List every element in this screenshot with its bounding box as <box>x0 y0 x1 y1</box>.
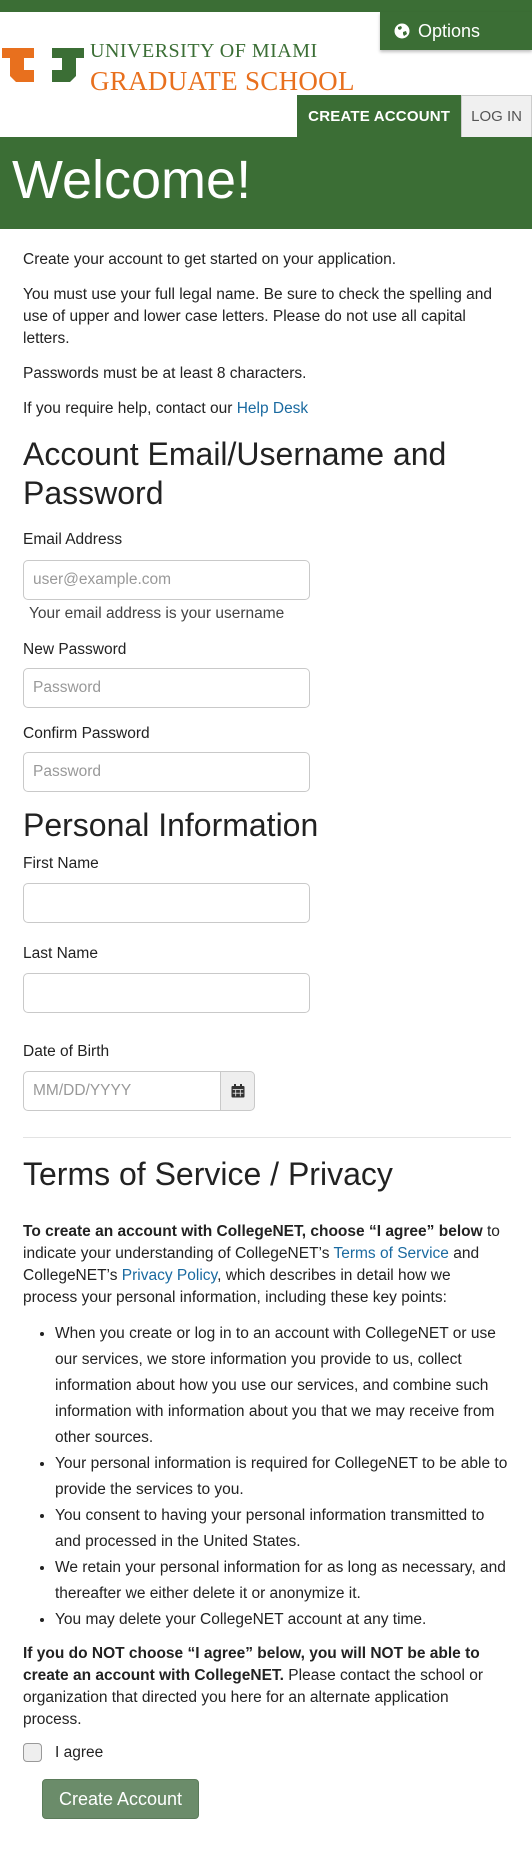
last-name-field[interactable] <box>23 973 310 1013</box>
dob-label: Date of Birth <box>23 1043 110 1060</box>
intro-text-1: Create your account to get started on yo… <box>23 251 397 268</box>
terms-point: We retain your personal information for … <box>55 1555 509 1607</box>
terms-key-points: When you create or log in to an account … <box>23 1321 509 1633</box>
confirm-password-field[interactable] <box>23 752 310 792</box>
intro-text-3: Passwords must be at least 8 characters. <box>23 365 307 382</box>
terms-point: You may delete your CollegeNET account a… <box>55 1607 509 1633</box>
new-password-label: New Password <box>23 641 127 658</box>
first-name-label: First Name <box>23 855 99 872</box>
tab-log-in[interactable]: LOG IN <box>461 95 532 137</box>
main-content: Create your account to get started on yo… <box>0 249 532 1819</box>
globe-icon <box>394 23 410 39</box>
intro-text-2: You must use your full legal name. Be su… <box>23 286 493 347</box>
dob-input-group <box>23 1071 255 1111</box>
email-label: Email Address <box>23 531 123 548</box>
confirm-password-label: Confirm Password <box>23 725 150 742</box>
tab-create-account[interactable]: CREATE ACCOUNT <box>297 95 462 137</box>
email-field[interactable] <box>23 560 310 600</box>
dob-field[interactable] <box>23 1071 221 1111</box>
logo-text-university: UNIVERSITY OF MIAMI <box>90 40 318 62</box>
u-logo-icon <box>2 48 84 82</box>
terms-heading: Terms of Service / Privacy <box>23 1156 393 1192</box>
account-heading: Account Email/Username and Password <box>23 436 447 511</box>
logo-text-graduate-school: GRADUATE SCHOOL <box>90 66 355 96</box>
top-strip <box>0 0 532 12</box>
section-divider <box>23 1137 511 1138</box>
personal-info-heading: Personal Information <box>23 807 319 843</box>
terms-intro-bold: To create an account with CollegeNET, ch… <box>23 1223 483 1240</box>
calendar-icon <box>231 1084 244 1098</box>
help-prefix: If you require help, contact our <box>23 400 237 417</box>
agree-row: I agree <box>23 1743 509 1762</box>
first-name-field[interactable] <box>23 883 310 923</box>
terms-of-service-link[interactable]: Terms of Service <box>333 1245 448 1262</box>
create-account-button[interactable]: Create Account <box>42 1779 199 1819</box>
welcome-banner: Welcome! <box>0 137 532 229</box>
last-name-label: Last Name <box>23 945 98 962</box>
email-help-text: Your email address is your username <box>29 605 285 622</box>
site-header: UNIVERSITY OF MIAMI GRADUATE SCHOOL Opti… <box>0 12 532 137</box>
terms-warning: If you do NOT choose “I agree” below, yo… <box>23 1643 509 1731</box>
options-button[interactable]: Options <box>380 12 532 50</box>
agree-checkbox[interactable] <box>23 1743 42 1762</box>
terms-point: When you create or log in to an account … <box>55 1321 509 1451</box>
terms-point: You consent to having your personal info… <box>55 1503 509 1555</box>
university-logo[interactable]: UNIVERSITY OF MIAMI GRADUATE SCHOOL <box>2 28 362 96</box>
agree-label[interactable]: I agree <box>55 1744 103 1762</box>
help-desk-link[interactable]: Help Desk <box>237 400 309 417</box>
terms-point: Your personal information is required fo… <box>55 1451 509 1503</box>
options-label: Options <box>418 20 481 41</box>
privacy-policy-link[interactable]: Privacy Policy <box>122 1267 217 1284</box>
calendar-button[interactable] <box>221 1071 255 1111</box>
new-password-field[interactable] <box>23 668 310 708</box>
intro-text-4: If you require help, contact our Help De… <box>23 398 509 420</box>
terms-intro: To create an account with CollegeNET, ch… <box>23 1221 509 1309</box>
nav-tabs: CREATE ACCOUNT LOG IN <box>297 95 532 137</box>
